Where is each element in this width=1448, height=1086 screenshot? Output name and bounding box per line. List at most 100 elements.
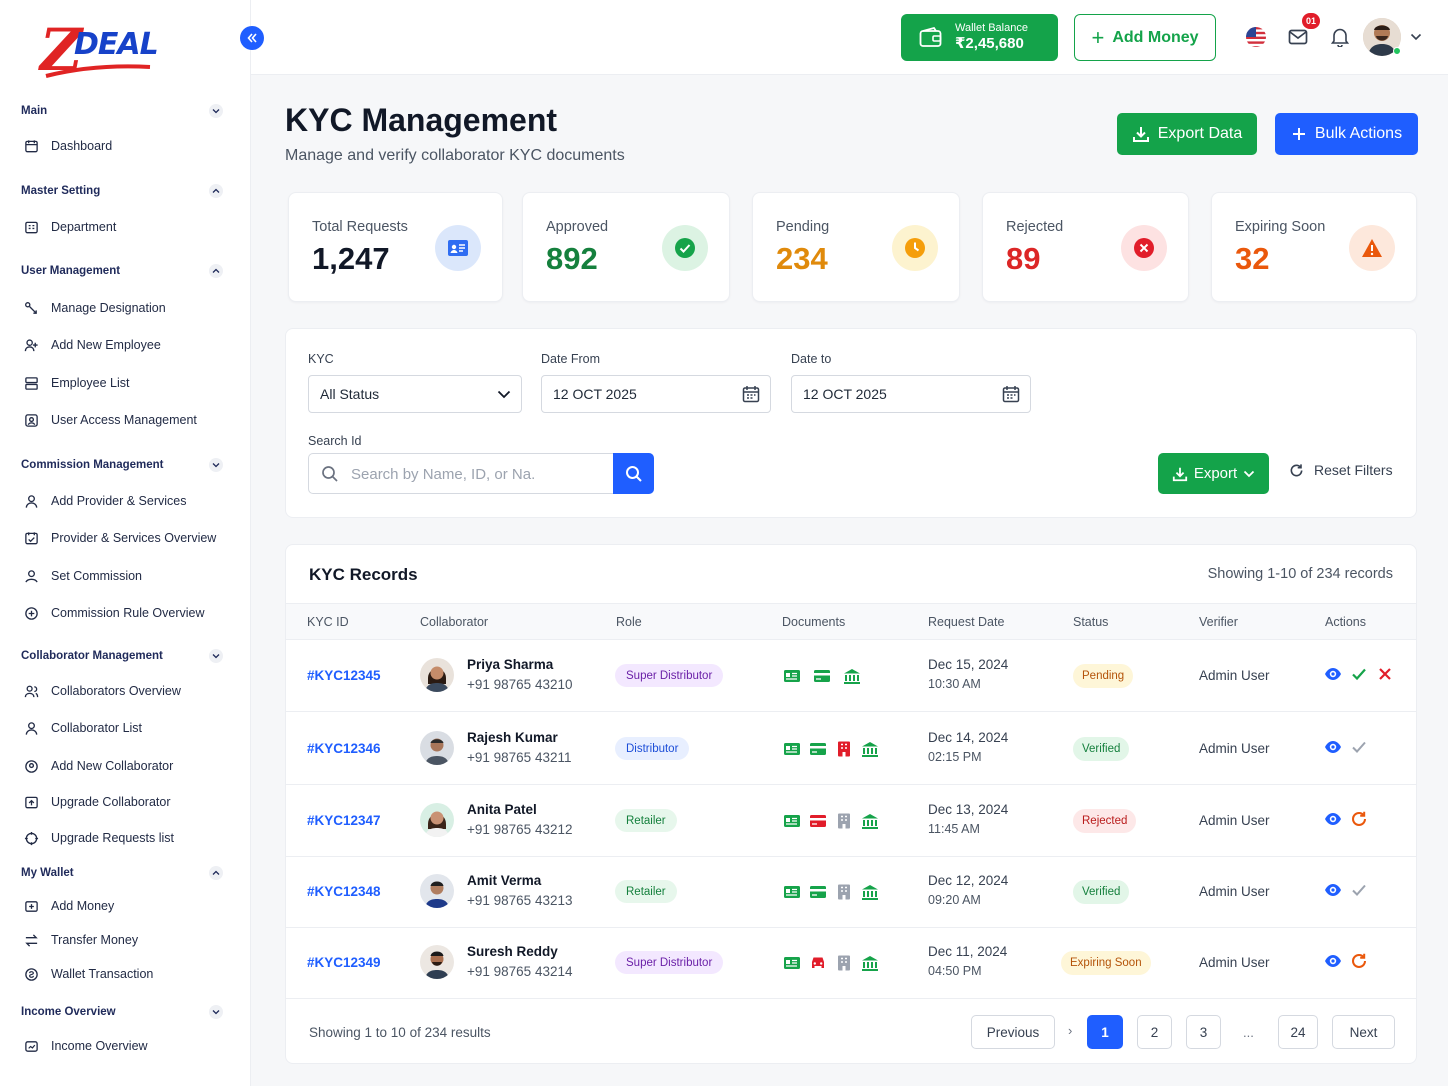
pagination-page-24[interactable]: 24 (1278, 1015, 1318, 1049)
credit-card-doc-icon[interactable] (813, 667, 831, 685)
id-card-doc-icon[interactable] (783, 667, 801, 685)
view-eye-icon[interactable] (1324, 881, 1342, 899)
wallet-balance-button[interactable]: Wallet Balance ₹2,45,680 (901, 14, 1058, 61)
kyc-id-link[interactable]: #KYC12349 (307, 955, 381, 970)
building-doc-icon[interactable] (835, 740, 853, 758)
sidebar-item-set-commission[interactable]: Set Commission (24, 565, 234, 587)
kyc-id-link[interactable]: #KYC12345 (307, 668, 381, 683)
clock-icon (892, 225, 938, 271)
section-label: Commission Management (21, 459, 164, 471)
sidebar-item-commission-rule-overview[interactable]: Commission Rule Overview (24, 602, 234, 624)
bank-doc-icon[interactable] (861, 883, 879, 901)
credit-card-doc-icon[interactable] (809, 883, 827, 901)
pagination-page-2[interactable]: 2 (1137, 1015, 1172, 1049)
calendar-icon (1002, 386, 1020, 403)
date-from-input[interactable]: 12 OCT 2025 (541, 375, 771, 413)
sidebar-section-collaborator-management[interactable]: Collaborator Management (21, 647, 223, 665)
search-button[interactable] (613, 453, 654, 494)
credit-card-doc-icon[interactable] (809, 740, 827, 758)
id-card-doc-icon[interactable] (783, 883, 801, 901)
pagination-page-1[interactable]: 1 (1087, 1015, 1123, 1049)
mail-icon[interactable] (1287, 26, 1309, 48)
sidebar-section-master-setting[interactable]: Master Setting (21, 182, 223, 200)
sidebar-item-user-access-management[interactable]: User Access Management (24, 409, 234, 431)
bank-doc-icon[interactable] (843, 667, 861, 685)
search-input[interactable] (351, 463, 606, 485)
zdeal-logo[interactable]: Z DEAL (40, 20, 159, 80)
chevron-up-icon (209, 866, 223, 880)
bank-doc-icon[interactable] (861, 812, 879, 830)
stat-value: 32 (1235, 241, 1270, 276)
id-card-doc-icon[interactable] (783, 954, 801, 972)
collaborator-phone: +91 98765 43210 (467, 677, 573, 692)
sidebar-item-transfer-money[interactable]: Transfer Money (24, 929, 234, 951)
sidebar-section-commission-management[interactable]: Commission Management (21, 456, 223, 474)
sidebar-item-collaborator-list[interactable]: Collaborator List (24, 717, 234, 739)
sidebar-item-provider-services-overview[interactable]: Provider & Services Overview (24, 527, 234, 549)
download-icon (1172, 467, 1187, 481)
sidebar-item-add-provider-services[interactable]: Add Provider & Services (24, 490, 234, 512)
resubmit-refresh-icon[interactable] (1350, 810, 1368, 828)
bank-doc-icon[interactable] (861, 740, 879, 758)
section-label: Main (21, 105, 48, 117)
pagination-page-3[interactable]: 3 (1186, 1015, 1221, 1049)
collaborator-avatar (420, 945, 454, 979)
kyc-id-link[interactable]: #KYC12346 (307, 741, 381, 756)
sidebar-item-manage-designation[interactable]: Manage Designation (24, 297, 234, 319)
nav-label: User Access Management (51, 413, 197, 427)
sidebar-item-dashboard[interactable]: Dashboard (24, 135, 234, 157)
profile-chevron-down-icon[interactable] (1405, 26, 1427, 48)
approve-check-icon[interactable] (1350, 665, 1368, 683)
reset-filters-button[interactable]: Reset Filters (1289, 462, 1393, 478)
kyc-id-link[interactable]: #KYC12347 (307, 813, 381, 828)
nav-label: Provider & Services Overview (51, 531, 217, 545)
sidebar-section-income-overview[interactable]: Income Overview (21, 1003, 223, 1021)
sidebar-section-main[interactable]: Main (21, 102, 223, 120)
export-dropdown-button[interactable]: Export (1158, 453, 1269, 494)
view-eye-icon[interactable] (1324, 952, 1342, 970)
nav-label: Income Overview (51, 1039, 148, 1053)
x-circle-icon (1121, 225, 1167, 271)
bank-doc-icon[interactable] (861, 954, 879, 972)
role-badge: Retailer (615, 809, 677, 832)
id-card-doc-icon[interactable] (783, 812, 801, 830)
sidebar-item-add-money[interactable]: Add Money (24, 895, 234, 917)
building-doc-icon[interactable] (835, 812, 853, 830)
add-money-button[interactable]: + Add Money (1074, 14, 1216, 61)
export-data-button[interactable]: Export Data (1117, 113, 1257, 155)
collapse-sidebar-button[interactable] (240, 26, 264, 50)
id-card-doc-icon[interactable] (783, 740, 801, 758)
sidebar-item-add-new-employee[interactable]: Add New Employee (24, 334, 234, 356)
credit-card-doc-icon[interactable] (809, 812, 827, 830)
view-eye-icon[interactable] (1324, 738, 1342, 756)
sidebar-item-wallet-transaction[interactable]: Wallet Transaction (24, 963, 234, 985)
sidebar-item-upgrade-collaborator[interactable]: Upgrade Collaborator (24, 791, 234, 813)
online-status-dot (1393, 47, 1401, 55)
view-eye-icon[interactable] (1324, 810, 1342, 828)
pagination-next-button[interactable]: Next (1332, 1015, 1395, 1049)
collaborator-avatar (420, 874, 454, 908)
sidebar-item-department[interactable]: Department (24, 216, 234, 238)
kyc-id-link[interactable]: #KYC12348 (307, 884, 381, 899)
vehicle-doc-icon[interactable] (809, 954, 827, 972)
sidebar-item-upgrade-requests-list[interactable]: Upgrade Requests list (24, 827, 234, 849)
sidebar-item-collaborators-overview[interactable]: Collaborators Overview (24, 680, 234, 702)
pagination-previous-button[interactable]: Previous (971, 1015, 1055, 1049)
reject-x-icon[interactable] (1376, 665, 1394, 683)
renew-refresh-icon[interactable] (1350, 952, 1368, 970)
view-eye-icon[interactable] (1324, 665, 1342, 683)
sidebar-section-user-management[interactable]: User Management (21, 262, 223, 280)
sidebar-item-income-overview[interactable]: Income Overview (24, 1035, 234, 1057)
bulk-actions-button[interactable]: Bulk Actions (1275, 113, 1418, 155)
sidebar-item-add-new-collaborator[interactable]: Add New Collaborator (24, 755, 234, 777)
request-time: 09:20 AM (928, 893, 981, 907)
sidebar-item-employee-list[interactable]: Employee List (24, 372, 234, 394)
nav-label: Commission Rule Overview (51, 606, 205, 620)
building-doc-icon[interactable] (835, 954, 853, 972)
building-doc-icon[interactable] (835, 883, 853, 901)
us-flag-language-icon[interactable] (1245, 26, 1267, 48)
kyc-status-select[interactable]: All Status (308, 375, 522, 413)
date-to-input[interactable]: 12 OCT 2025 (791, 375, 1031, 413)
bell-icon[interactable] (1329, 26, 1351, 48)
sidebar-section-my-wallet[interactable]: My Wallet (21, 864, 223, 882)
